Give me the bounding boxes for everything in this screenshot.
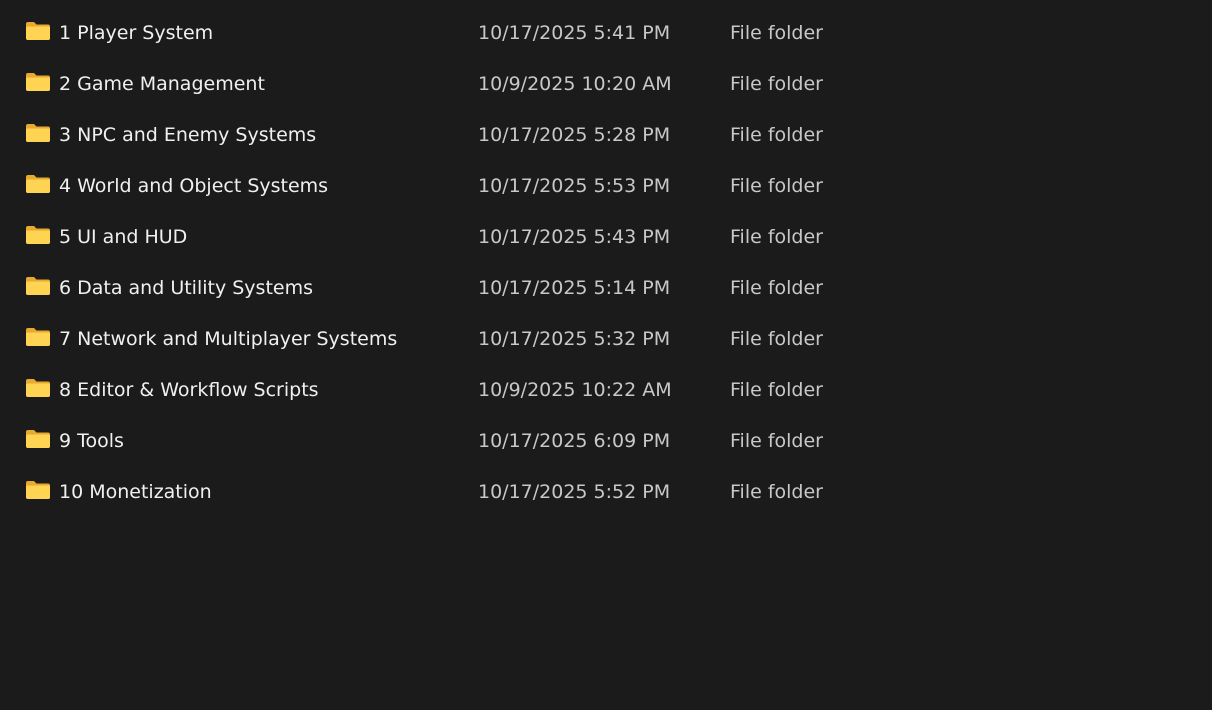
folder-icon bbox=[25, 327, 51, 347]
folder-name: 7 Network and Multiplayer Systems bbox=[59, 328, 398, 350]
folder-icon bbox=[25, 429, 51, 449]
list-item[interactable]: 1 Player System 10/17/2025 5:41 PM File … bbox=[0, 9, 1212, 60]
folder-name: 9 Tools bbox=[59, 430, 124, 452]
date-modified: 10/17/2025 5:41 PM bbox=[478, 22, 671, 44]
item-type: File folder bbox=[730, 226, 823, 248]
folder-icon bbox=[25, 276, 51, 296]
list-item[interactable]: 7 Network and Multiplayer Systems 10/17/… bbox=[0, 315, 1212, 366]
item-type: File folder bbox=[730, 379, 823, 401]
date-modified: 10/9/2025 10:20 AM bbox=[478, 73, 672, 95]
folder-icon bbox=[25, 378, 51, 398]
folder-name: 5 UI and HUD bbox=[59, 226, 188, 248]
list-item[interactable]: 6 Data and Utility Systems 10/17/2025 5:… bbox=[0, 264, 1212, 315]
item-type: File folder bbox=[730, 328, 823, 350]
folder-name: 10 Monetization bbox=[59, 481, 212, 503]
list-item[interactable]: 8 Editor & Workflow Scripts 10/9/2025 10… bbox=[0, 366, 1212, 417]
list-item[interactable]: 10 Monetization 10/17/2025 5:52 PM File … bbox=[0, 468, 1212, 519]
folder-name: 1 Player System bbox=[59, 22, 214, 44]
folder-icon bbox=[25, 174, 51, 194]
folder-icon bbox=[25, 72, 51, 92]
list-item[interactable]: 3 NPC and Enemy Systems 10/17/2025 5:28 … bbox=[0, 111, 1212, 162]
date-modified: 10/9/2025 10:22 AM bbox=[478, 379, 672, 401]
folder-name: 2 Game Management bbox=[59, 73, 265, 95]
list-item[interactable]: 5 UI and HUD 10/17/2025 5:43 PM File fol… bbox=[0, 213, 1212, 264]
folder-name: 3 NPC and Enemy Systems bbox=[59, 124, 317, 146]
item-type: File folder bbox=[730, 430, 823, 452]
list-item[interactable]: 2 Game Management 10/9/2025 10:20 AM Fil… bbox=[0, 60, 1212, 111]
date-modified: 10/17/2025 5:28 PM bbox=[478, 124, 671, 146]
date-modified: 10/17/2025 6:09 PM bbox=[478, 430, 671, 452]
folder-icon bbox=[25, 480, 51, 500]
folder-icon bbox=[25, 123, 51, 143]
folder-name: 8 Editor & Workflow Scripts bbox=[59, 379, 319, 401]
date-modified: 10/17/2025 5:53 PM bbox=[478, 175, 671, 197]
item-type: File folder bbox=[730, 277, 823, 299]
folder-name: 4 World and Object Systems bbox=[59, 175, 329, 197]
date-modified: 10/17/2025 5:52 PM bbox=[478, 481, 671, 503]
item-type: File folder bbox=[730, 481, 823, 503]
list-item[interactable]: 9 Tools 10/17/2025 6:09 PM File folder bbox=[0, 417, 1212, 468]
folder-icon bbox=[25, 21, 51, 41]
folder-icon bbox=[25, 225, 51, 245]
date-modified: 10/17/2025 5:43 PM bbox=[478, 226, 671, 248]
date-modified: 10/17/2025 5:32 PM bbox=[478, 328, 671, 350]
item-type: File folder bbox=[730, 22, 823, 44]
item-type: File folder bbox=[730, 175, 823, 197]
folder-name: 6 Data and Utility Systems bbox=[59, 277, 313, 299]
item-type: File folder bbox=[730, 73, 823, 95]
file-list: 1 Player System 10/17/2025 5:41 PM File … bbox=[0, 9, 1212, 519]
date-modified: 10/17/2025 5:14 PM bbox=[478, 277, 671, 299]
item-type: File folder bbox=[730, 124, 823, 146]
list-item[interactable]: 4 World and Object Systems 10/17/2025 5:… bbox=[0, 162, 1212, 213]
